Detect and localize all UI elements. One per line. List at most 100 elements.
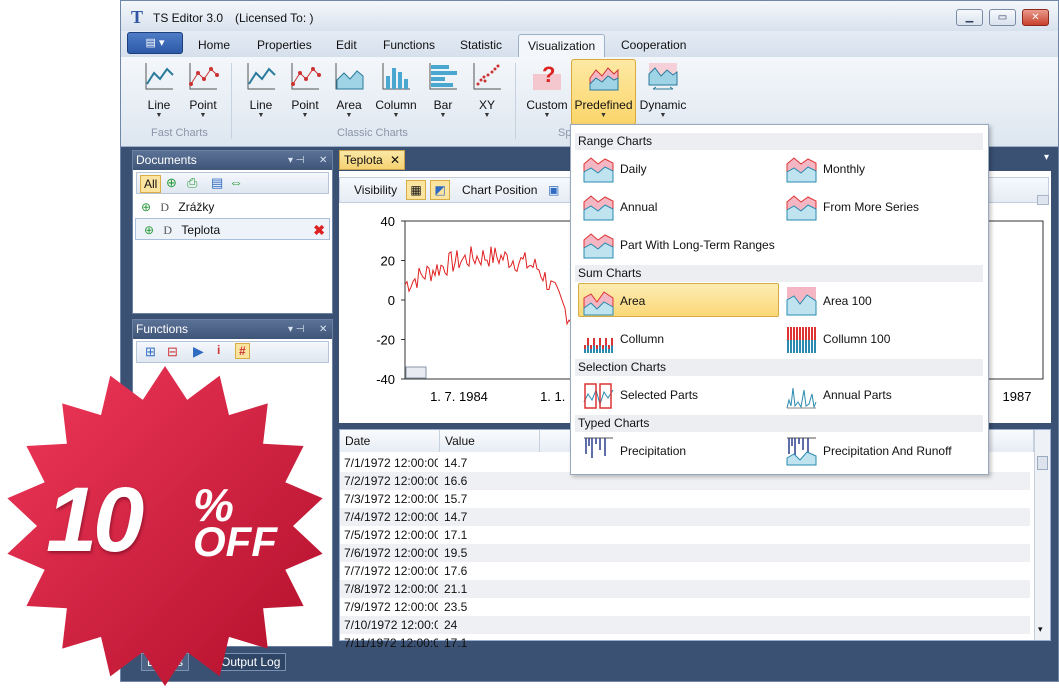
item-annual[interactable]: Annual xyxy=(579,190,779,224)
table-row[interactable]: 7/3/1972 12:00:00 15.7 xyxy=(340,490,1030,508)
minimize-button[interactable]: ▁ xyxy=(956,9,983,26)
item-label: Precipitation And Runoff xyxy=(823,444,952,458)
fast-point-button[interactable]: Point ▼ xyxy=(183,60,223,122)
predefined-label: Predefined xyxy=(574,98,633,112)
dynamic-button[interactable]: Dynamic ▼ xyxy=(639,60,687,122)
table-view-icon[interactable]: ▦ xyxy=(406,180,426,200)
custom-button[interactable]: ? Custom ▼ xyxy=(525,60,569,122)
section-range-charts: Range Charts xyxy=(575,133,983,150)
item-area-100[interactable]: Area 100 xyxy=(782,284,982,318)
item-label: From More Series xyxy=(823,200,920,214)
custom-chart-icon: ? xyxy=(533,62,561,90)
scroll-thumb[interactable] xyxy=(1037,456,1048,470)
tab-cooperation[interactable]: Cooperation xyxy=(612,34,695,57)
item-area[interactable]: Area xyxy=(578,283,779,317)
tab-home[interactable]: Home xyxy=(189,34,239,57)
close-tab-icon[interactable]: ✕ xyxy=(390,151,400,169)
item-from-more-series[interactable]: From More Series xyxy=(782,190,982,224)
predefined-button[interactable]: Predefined ▼ xyxy=(571,59,636,125)
pin-icon[interactable]: ▾ ⊣ xyxy=(288,151,305,170)
classic-column-button[interactable]: Column ▼ xyxy=(373,60,419,122)
annual-parts-icon xyxy=(786,387,817,409)
item-collumn-100[interactable]: Collumn 100 xyxy=(782,322,982,356)
document-name: Zrážky xyxy=(178,200,215,214)
column-header-value[interactable]: Value xyxy=(440,430,540,452)
long-term-range-icon xyxy=(583,230,614,260)
chart-position-icon[interactable]: ▣ xyxy=(548,183,559,197)
cell-value: 16.6 xyxy=(444,474,468,488)
classic-line-button[interactable]: Line ▼ xyxy=(241,60,281,122)
info-icon[interactable]: i xyxy=(217,343,220,357)
item-collumn[interactable]: Collumn xyxy=(579,322,779,356)
table-row[interactable]: 7/11/1972 12:00:0 17.1 xyxy=(340,634,1030,652)
close-button[interactable]: ✕ xyxy=(1022,9,1049,26)
item-selected-parts[interactable]: Selected Parts xyxy=(579,378,779,412)
item-monthly[interactable]: Monthly xyxy=(782,152,982,186)
classic-xy-button[interactable]: XY ▼ xyxy=(467,60,507,122)
table-row[interactable]: 7/7/1972 12:00:00 17.6 xyxy=(340,562,1030,580)
cell-date: 7/1/1972 12:00:00 xyxy=(344,456,438,470)
functions-title: Functions xyxy=(136,322,189,336)
item-daily[interactable]: Daily xyxy=(579,152,779,186)
app-menu-button[interactable]: ▤ ▾ xyxy=(127,32,183,54)
column-header-date[interactable]: Date xyxy=(340,430,440,452)
y-tick-label: 0 xyxy=(388,293,395,308)
item-label: Monthly xyxy=(823,162,866,176)
functions-pane-header: Functions ▾ ⊣ ✕ xyxy=(133,320,332,339)
custom-label: Custom xyxy=(526,98,568,112)
close-icon[interactable]: ✕ xyxy=(319,151,327,170)
fast-line-button[interactable]: Line ▼ xyxy=(139,60,179,122)
table-icon[interactable]: ▤ xyxy=(211,175,223,191)
table-row[interactable]: 7/5/1972 12:00:00 17.1 xyxy=(340,526,1030,544)
item-part-long-term-ranges[interactable]: Part With Long-Term Ranges xyxy=(579,228,839,262)
chart-scroll-left-icon[interactable] xyxy=(405,366,427,379)
column-chart-icon xyxy=(382,63,410,90)
table-row[interactable]: 7/10/1972 12:00:0 24 xyxy=(340,616,1030,634)
all-filter-button[interactable]: All xyxy=(140,175,162,193)
table-row[interactable]: 7/6/1972 12:00:00 19.5 xyxy=(340,544,1030,562)
add-document-icon[interactable]: ⊕ xyxy=(166,175,177,191)
table-row[interactable]: 7/4/1972 12:00:00 14.7 xyxy=(340,508,1030,526)
swap-icon[interactable]: ⇔ xyxy=(229,174,243,190)
x-tick-label: 1987 xyxy=(1003,389,1032,404)
item-precipitation-runoff[interactable]: Precipitation And Runoff xyxy=(782,434,982,468)
item-label: Area 100 xyxy=(823,294,872,308)
new-document-icon[interactable]: ⎙ xyxy=(187,175,197,191)
precipitation-icon xyxy=(584,437,613,458)
item-label: Daily xyxy=(620,162,647,176)
tab-functions[interactable]: Functions xyxy=(374,34,444,57)
cell-value: 17.6 xyxy=(444,564,468,578)
classic-point-button[interactable]: Point ▼ xyxy=(285,60,325,122)
vertical-scrollbar[interactable]: ▾ xyxy=(1034,430,1050,640)
tab-teplota[interactable]: Teplota ✕ xyxy=(339,150,405,170)
tab-properties[interactable]: Properties xyxy=(248,34,321,57)
item-annual-parts[interactable]: Annual Parts xyxy=(782,378,982,412)
maximize-button[interactable]: ▭ xyxy=(989,9,1016,26)
tab-visualization[interactable]: Visualization xyxy=(518,34,606,57)
item-label: Annual xyxy=(620,200,658,214)
classic-area-button[interactable]: Area ▼ xyxy=(329,60,369,122)
app-logo-icon: T xyxy=(131,7,144,27)
y-tick-label: -20 xyxy=(376,333,395,348)
item-precipitation[interactable]: Precipitation xyxy=(579,434,779,468)
scroll-up-icon[interactable] xyxy=(1037,195,1049,205)
table-row[interactable]: 7/8/1972 12:00:00 21.1 xyxy=(340,580,1030,598)
table-row[interactable]: 7/9/1972 12:00:00 23.5 xyxy=(340,598,1030,616)
chart-view-icon[interactable]: ◩ xyxy=(430,180,450,200)
remove-document-icon[interactable]: ✖ xyxy=(313,219,325,241)
precipitation-runoff-icon xyxy=(786,437,817,466)
pin-icon[interactable]: ▾ ⊣ xyxy=(288,320,305,339)
tab-list-icon[interactable]: ▾ xyxy=(1044,152,1049,163)
close-icon[interactable]: ✕ xyxy=(319,320,327,339)
document-item-zrazky[interactable]: ⊕ D Zrážky xyxy=(133,196,332,218)
classic-bar-button[interactable]: Bar ▼ xyxy=(423,60,463,122)
discount-off: OFF xyxy=(193,518,277,565)
range-chart-icon xyxy=(583,192,614,222)
cell-date: 7/10/1972 12:00:0 xyxy=(344,618,438,632)
scroll-down-icon[interactable]: ▾ xyxy=(1038,624,1043,635)
predefined-charts-dropdown: Range Charts Daily Monthly Annual From M… xyxy=(570,124,989,475)
classic-point-label: Point xyxy=(291,98,319,112)
tab-statistic[interactable]: Statistic xyxy=(451,34,511,57)
document-item-teplota[interactable]: ⊕ D Teplota ✖ xyxy=(135,218,330,240)
tab-edit[interactable]: Edit xyxy=(327,34,366,57)
